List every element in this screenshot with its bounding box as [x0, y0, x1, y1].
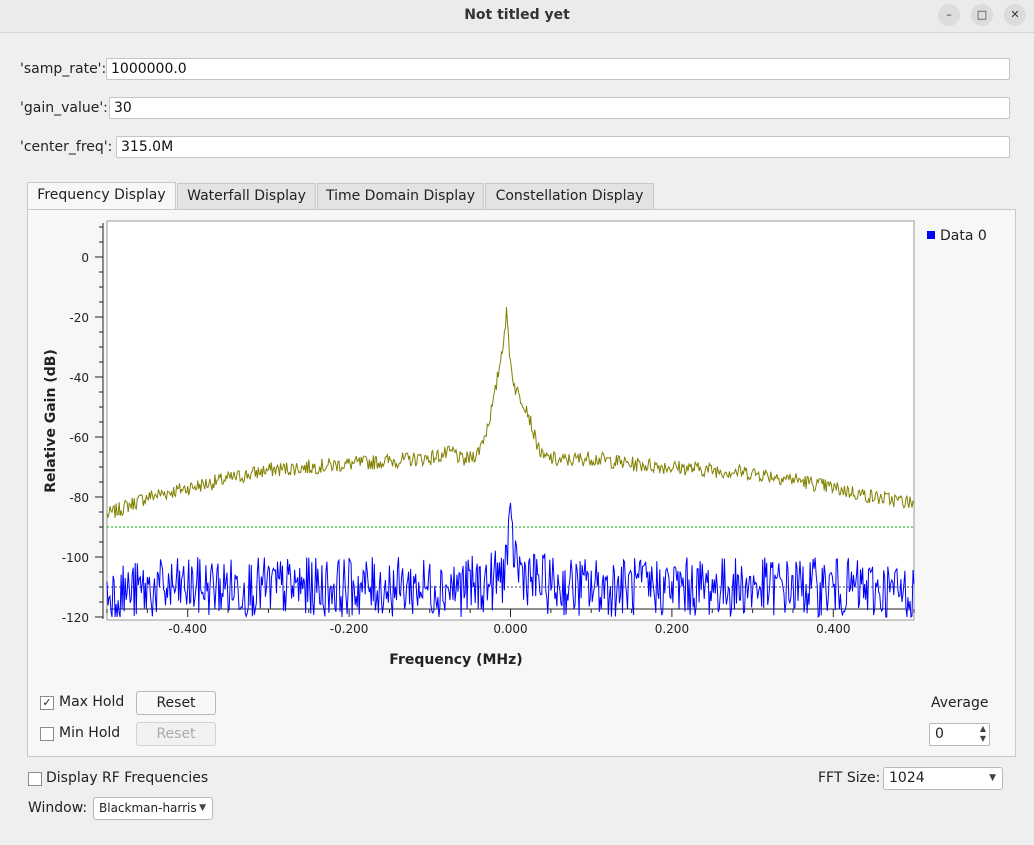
center-freq-input[interactable]: 315.0M	[116, 136, 1010, 158]
tab-time-domain-display[interactable]: Time Domain Display	[317, 183, 484, 209]
tab-frequency-display[interactable]: Frequency Display	[27, 182, 176, 211]
max-hold-label: Max Hold	[59, 694, 125, 710]
average-label: Average	[931, 695, 989, 711]
minimize-icon[interactable]: –	[938, 4, 960, 26]
average-spinbox[interactable]: 0 ▲ ▼	[929, 723, 990, 746]
x-tick-label: -0.200	[330, 622, 369, 636]
window-select[interactable]: Blackman-harris ▼	[93, 797, 213, 820]
gain-value-label: 'gain_value':	[20, 100, 108, 116]
y-tick-label: -60	[69, 431, 89, 445]
y-tick-label: 0	[81, 251, 89, 265]
y-tick-label: -120	[62, 611, 89, 625]
chevron-down-icon: ▼	[989, 773, 996, 783]
title-bar: Not titled yet – □ ✕	[0, 0, 1034, 33]
max-hold-checkbox[interactable]: ✓	[40, 696, 54, 710]
samp-rate-label: 'samp_rate':	[20, 61, 107, 77]
maximize-icon[interactable]: □	[971, 4, 993, 26]
samp-rate-input[interactable]: 1000000.0	[106, 58, 1010, 80]
x-tick-label: -0.400	[168, 622, 207, 636]
window-value: Blackman-harris	[99, 801, 197, 815]
y-tick-label: -20	[69, 311, 89, 325]
chevron-down-icon: ▼	[199, 803, 206, 813]
y-tick-label: -100	[62, 551, 89, 565]
fft-size-value: 1024	[889, 770, 925, 786]
x-tick-label: 0.400	[816, 622, 850, 636]
center-freq-label: 'center_freq':	[20, 139, 113, 155]
gain-value-input[interactable]: 30	[109, 97, 1010, 119]
frequency-display-panel: 0 -20 -40 -60 -80 -100 -120 -0.400 -0.200 0.000 0…	[27, 209, 1016, 757]
x-tick-label: 0.000	[493, 622, 527, 636]
max-hold-reset-button[interactable]: Reset	[136, 691, 216, 715]
y-tick-label: -80	[69, 491, 89, 505]
min-hold-reset-button[interactable]: Reset	[136, 722, 216, 746]
spin-up-icon[interactable]: ▲	[980, 724, 986, 733]
x-axis-label: Frequency (MHz)	[389, 652, 522, 668]
legend-label: Data 0	[940, 228, 987, 244]
spin-down-icon[interactable]: ▼	[980, 734, 986, 743]
window-title: Not titled yet	[464, 7, 570, 23]
average-value: 0	[935, 726, 944, 742]
min-hold-label: Min Hold	[59, 725, 121, 741]
fft-size-label: FFT Size:	[818, 770, 881, 786]
y-tick-label: -40	[69, 371, 89, 385]
plot-canvas	[106, 220, 915, 621]
y-axis-label: Relative Gain (dB)	[43, 349, 59, 493]
window-label: Window:	[28, 800, 88, 816]
fft-size-select[interactable]: 1024 ▼	[883, 767, 1003, 790]
legend-swatch	[927, 231, 935, 239]
min-hold-checkbox[interactable]	[40, 727, 54, 741]
display-rf-checkbox[interactable]	[28, 772, 42, 786]
frequency-plot[interactable]: 0 -20 -40 -60 -80 -100 -120 -0.400 -0.200 0.000 0…	[28, 210, 1015, 680]
tab-waterfall-display[interactable]: Waterfall Display	[177, 183, 316, 209]
y-axis: 0 -20 -40 -60 -80 -100 -120	[62, 223, 104, 625]
x-tick-label: 0.200	[655, 622, 689, 636]
display-rf-label: Display RF Frequencies	[46, 770, 209, 786]
tab-constellation-display[interactable]: Constellation Display	[485, 183, 654, 209]
close-icon[interactable]: ✕	[1004, 4, 1026, 26]
